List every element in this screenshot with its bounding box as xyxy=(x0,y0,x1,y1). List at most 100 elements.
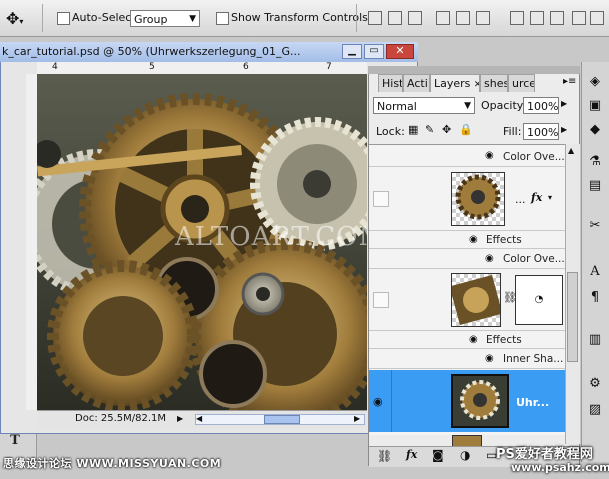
add-mask-icon[interactable]: ◙ xyxy=(432,448,444,462)
tab-actions[interactable]: Acti xyxy=(403,74,430,92)
document-title-bar[interactable]: k_car_tutorial.psd @ 50% (Uhrwerkszerleg… xyxy=(0,42,418,62)
channels-icon[interactable]: ▨ xyxy=(585,400,605,420)
scroll-up-icon[interactable]: ▲ xyxy=(568,146,574,155)
masks-icon[interactable]: ✂ xyxy=(585,216,605,236)
layer-effect-row[interactable]: ◉ Inner Sha... xyxy=(369,349,565,369)
tab-brushes[interactable]: shes xyxy=(480,74,508,92)
layer-effect-row[interactable]: ◉ Color Ove... xyxy=(369,147,565,167)
gear-thumbnail-image xyxy=(453,376,507,426)
canvas-watermark: ALTOART.COM xyxy=(175,222,387,252)
minimize-button[interactable]: ▁ xyxy=(342,44,362,59)
auto-select-checkbox[interactable] xyxy=(57,12,70,25)
auto-select-value: Group xyxy=(134,13,168,26)
lock-all-icon[interactable]: 🔒 xyxy=(459,123,473,136)
fill-value: 100% xyxy=(527,126,559,139)
align-left-edges-icon[interactable] xyxy=(436,11,450,25)
tab-layers[interactable]: Layers ✕ xyxy=(430,74,480,92)
opacity-input[interactable]: 100% xyxy=(523,97,559,114)
status-menu-button[interactable]: ▶ xyxy=(177,414,183,423)
info-icon[interactable]: ◆ xyxy=(585,120,605,140)
distribute-bottom-icon[interactable] xyxy=(550,11,564,25)
distribute-top-icon[interactable] xyxy=(510,11,524,25)
layers-scrollbar[interactable]: ▲ xyxy=(565,144,580,444)
scroll-left-icon[interactable]: ◀ xyxy=(196,414,202,423)
align-vertical-centers-icon[interactable] xyxy=(388,11,402,25)
lock-transparent-icon[interactable]: ▦ xyxy=(408,123,418,136)
layer-name: ... xyxy=(515,193,526,206)
panel-header-strip xyxy=(368,66,580,74)
styles-icon[interactable]: ⚗ xyxy=(585,152,605,172)
effects-label: Effects xyxy=(486,334,522,346)
lock-position-icon[interactable]: ✥ xyxy=(442,123,451,136)
expand-effects-icon[interactable]: ▾ xyxy=(548,193,552,202)
paragraph-icon[interactable]: ¶ xyxy=(585,288,605,308)
layer-thumbnail xyxy=(451,172,505,226)
lock-label: Lock: xyxy=(376,125,405,138)
gear-thumbnail-image xyxy=(455,174,501,220)
show-transform-checkbox[interactable] xyxy=(216,12,229,25)
document-title: k_car_tutorial.psd @ 50% (Uhrwerkszerleg… xyxy=(2,45,301,58)
distribute-vcenter-icon[interactable] xyxy=(530,11,544,25)
scroll-thumb[interactable] xyxy=(264,415,300,424)
adjustment-layer-icon[interactable]: ◑ xyxy=(460,448,470,462)
distribute-left-icon[interactable] xyxy=(572,11,586,25)
blend-mode-dropdown[interactable]: Normal ▼ xyxy=(373,97,475,114)
type-tool-icon[interactable]: T xyxy=(4,432,26,450)
align-bottom-edges-icon[interactable] xyxy=(408,11,422,25)
layer-effect-row[interactable]: ◉ Effects xyxy=(369,331,565,349)
layer-effect-row[interactable]: ◉ Color Ove... xyxy=(369,249,565,269)
layer-mask-thumbnail[interactable]: ◔ xyxy=(515,275,563,325)
align-top-edges-icon[interactable] xyxy=(368,11,382,25)
chevron-down-icon: ▼ xyxy=(464,101,471,111)
doc-size-text: Doc: 25.5M/82.1M xyxy=(75,413,167,424)
tool-presets-icon[interactable]: ▥ xyxy=(585,330,605,350)
histogram-icon[interactable]: ▣ xyxy=(585,96,605,116)
visibility-toggle[interactable] xyxy=(373,292,389,308)
tab-clone-source[interactable]: urce xyxy=(508,74,535,92)
lock-image-icon[interactable]: ✎ xyxy=(425,123,434,136)
eye-icon[interactable]: ◉ xyxy=(373,395,383,408)
navigator-icon[interactable]: ◈ xyxy=(585,72,605,92)
fx-icon: fx xyxy=(531,191,543,204)
fill-input[interactable]: 100% xyxy=(523,123,559,140)
layer-name: Uhr... xyxy=(516,396,550,409)
maximize-button[interactable]: ▭ xyxy=(364,44,384,59)
close-button[interactable]: ✕ xyxy=(386,44,414,59)
tab-layers-label: Layers xyxy=(434,77,471,90)
watermark-bottom-right-title: PS爱好者教程网 xyxy=(496,447,593,462)
panel-menu-button[interactable]: ▸≡ xyxy=(563,76,576,87)
eye-icon[interactable]: ◉ xyxy=(469,234,478,245)
scroll-thumb[interactable] xyxy=(567,272,578,362)
horizontal-scrollbar[interactable]: ◀ ▶ xyxy=(195,414,365,425)
eye-icon[interactable]: ◉ xyxy=(469,334,478,345)
align-horizontal-centers-icon[interactable] xyxy=(456,11,470,25)
character-icon[interactable]: A xyxy=(585,262,605,282)
distribute-hcenter-icon[interactable] xyxy=(590,11,604,25)
eye-icon[interactable]: ◉ xyxy=(485,353,494,364)
show-transform-label: Show Transform Controls xyxy=(231,11,368,24)
ruler-tick-label: 7 xyxy=(326,62,332,72)
visibility-toggle[interactable] xyxy=(373,191,389,207)
auto-select-dropdown[interactable]: Group ▼ xyxy=(130,10,200,27)
ruler-tick-label: 6 xyxy=(243,62,249,72)
move-tool-preset-button[interactable]: ✥▾ xyxy=(6,9,23,28)
layer-row-selected[interactable]: ◉ Uhr... xyxy=(369,370,565,432)
tab-history[interactable]: Hist xyxy=(378,74,403,92)
eye-icon[interactable]: ◉ xyxy=(485,150,494,161)
layer-row[interactable]: ... fx ▾ xyxy=(369,167,565,231)
link-layers-icon[interactable]: ⛓ xyxy=(377,449,392,463)
adjustments-icon[interactable]: ▤ xyxy=(585,176,605,196)
eye-icon[interactable]: ◉ xyxy=(485,253,494,264)
layer-style-icon[interactable]: fx xyxy=(406,448,417,461)
layer-thumbnail xyxy=(451,273,501,327)
status-bar: Doc: 25.5M/82.1M ▶ ◀ ▶ xyxy=(37,410,367,429)
watermark-bottom-right-url: www.psahz.com xyxy=(511,461,609,474)
layer-comps-icon[interactable]: ⚙ xyxy=(585,374,605,394)
align-right-edges-icon[interactable] xyxy=(476,11,490,25)
effect-label: Color Ove... xyxy=(503,151,565,163)
layer-effect-row[interactable]: ◉ Effects xyxy=(369,231,565,249)
layer-row[interactable]: ⛓ ◔ xyxy=(369,269,565,331)
opacity-slider-button[interactable]: ▶ xyxy=(561,99,567,108)
scroll-right-icon[interactable]: ▶ xyxy=(354,414,360,423)
fill-slider-button[interactable]: ▶ xyxy=(561,125,567,134)
